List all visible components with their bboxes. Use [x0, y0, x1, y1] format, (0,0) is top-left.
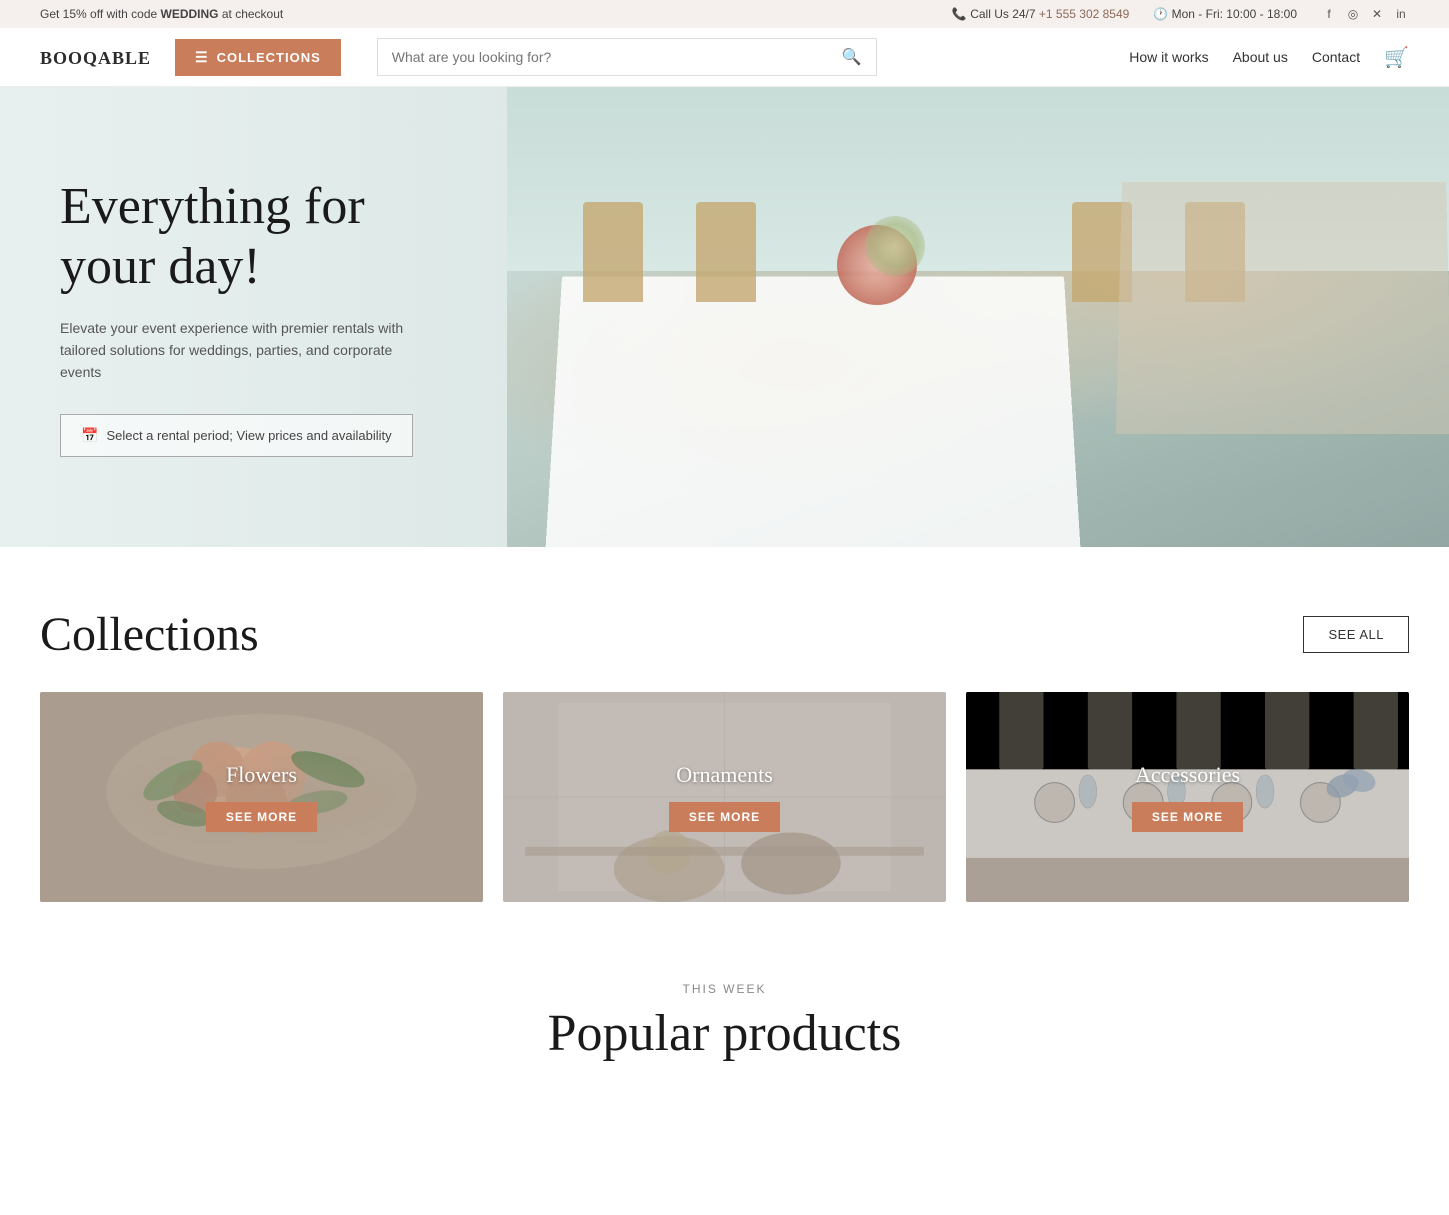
accessories-see-more[interactable]: SEE MORE [1132, 802, 1243, 832]
search-bar[interactable]: 🔍 [377, 38, 877, 76]
collection-card-flowers[interactable]: Flowers SEE MORE [40, 692, 483, 902]
logo[interactable]: BOOQABLE [40, 44, 151, 70]
nav-how-it-works[interactable]: How it works [1129, 49, 1208, 65]
accessories-overlay: Accessories SEE MORE [966, 692, 1409, 902]
collections-header: Collections SEE ALL [40, 607, 1409, 662]
collections-button[interactable]: ☰ COLLECTIONS [175, 39, 341, 76]
search-icon[interactable]: 🔍 [842, 47, 862, 67]
nav-about-us[interactable]: About us [1233, 49, 1288, 65]
calendar-icon: 📅 [81, 427, 98, 444]
phone-link[interactable]: +1 555 302 8549 [1039, 7, 1129, 21]
flowers-name: Flowers [226, 762, 297, 788]
collections-section: Collections SEE ALL [0, 547, 1449, 942]
hero-section: Everything for your day! Elevate your ev… [0, 87, 1449, 547]
flowers-overlay: Flowers SEE MORE [40, 692, 483, 902]
this-week-section: THIS WEEK Popular products [0, 942, 1449, 1083]
hero-content: Everything for your day! Elevate your ev… [0, 117, 480, 517]
collections-grid: Flowers SEE MORE [40, 692, 1409, 902]
top-bar-right: 📞 Call Us 24/7 +1 555 302 8549 🕐 Mon - F… [952, 6, 1409, 22]
ornaments-name: Ornaments [676, 762, 773, 788]
hero-title: Everything for your day! [60, 177, 420, 297]
collection-card-ornaments[interactable]: Ornaments SEE MORE [503, 692, 946, 902]
ornaments-see-more[interactable]: SEE MORE [669, 802, 780, 832]
navbar: BOOQABLE ☰ COLLECTIONS 🔍 How it works Ab… [0, 28, 1449, 87]
hero-background [507, 87, 1449, 547]
hero-cta-label: Select a rental period; View prices and … [106, 428, 391, 443]
nav-contact[interactable]: Contact [1312, 49, 1360, 65]
top-bar: Get 15% off with code WEDDING at checkou… [0, 0, 1449, 28]
hamburger-icon: ☰ [195, 49, 209, 66]
social-icons: f ◎ ✕ in [1321, 6, 1409, 22]
phone-info: 📞 Call Us 24/7 +1 555 302 8549 [952, 7, 1129, 21]
hero-subtitle: Elevate your event experience with premi… [60, 317, 420, 384]
cart-icon[interactable]: 🛒 [1384, 45, 1409, 70]
ornaments-overlay: Ornaments SEE MORE [503, 692, 946, 902]
twitter-x-icon[interactable]: ✕ [1369, 6, 1385, 22]
promo-text: Get 15% off with code WEDDING at checkou… [40, 7, 283, 21]
this-week-title: Popular products [40, 1004, 1409, 1063]
this-week-label: THIS WEEK [40, 982, 1409, 996]
hours-info: 🕐 Mon - Fri: 10:00 - 18:00 [1153, 7, 1297, 21]
collection-card-accessories[interactable]: Accessories SEE MORE [966, 692, 1409, 902]
instagram-icon[interactable]: ◎ [1345, 6, 1361, 22]
see-all-button[interactable]: SEE ALL [1303, 616, 1409, 653]
linkedin-icon[interactable]: in [1393, 6, 1409, 22]
search-input[interactable] [392, 49, 842, 65]
hero-cta-button[interactable]: 📅 Select a rental period; View prices an… [60, 414, 413, 457]
facebook-icon[interactable]: f [1321, 6, 1337, 22]
accessories-name: Accessories [1135, 762, 1240, 788]
flowers-see-more[interactable]: SEE MORE [206, 802, 317, 832]
collections-section-title: Collections [40, 607, 259, 662]
nav-links: How it works About us Contact 🛒 [1129, 45, 1409, 70]
